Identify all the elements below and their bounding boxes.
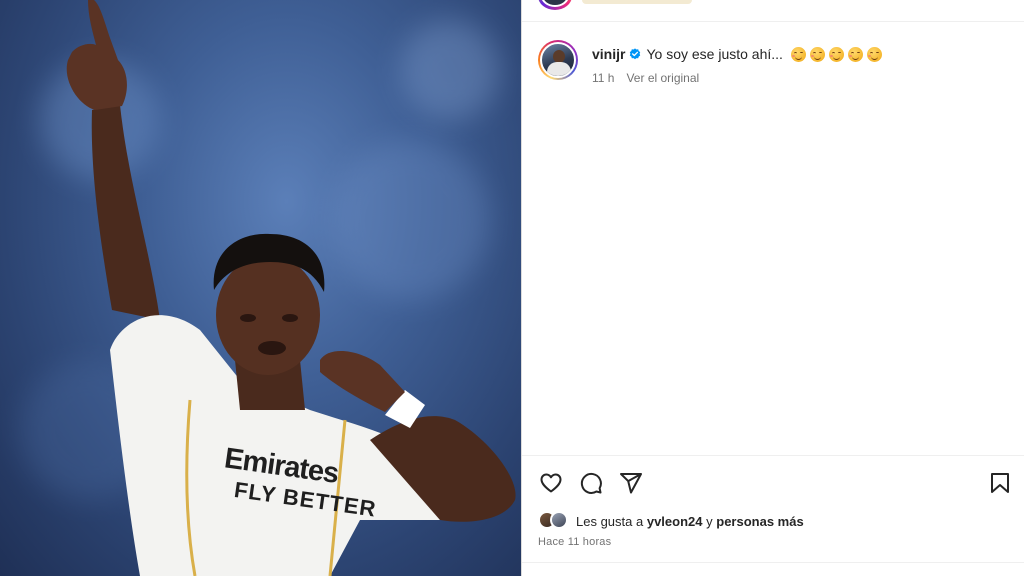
liker-username-link[interactable]: yvleon24 (647, 514, 703, 529)
post-side-panel: vinijr Yo soy ese justo ahí... 11 h Ver … (521, 0, 1024, 576)
smiling-face-icon (866, 46, 882, 62)
smiling-face-icon (828, 46, 844, 62)
caption-emojis (790, 46, 882, 62)
comment-line: vinijr Yo soy ese justo ahí... (592, 45, 882, 63)
post-actions-section: Les gusta a yvleon24 y personas más Hace… (522, 455, 1024, 576)
liker-avatars[interactable] (538, 511, 568, 531)
comment-meta: 11 h Ver el original (592, 71, 882, 85)
comment-icon[interactable] (578, 470, 604, 496)
liker-avatar (550, 511, 568, 529)
likes-connector: y (706, 513, 713, 529)
smiling-face-icon (847, 46, 863, 62)
caption-comment: vinijr Yo soy ese justo ahí... 11 h Ver … (538, 40, 882, 85)
author-avatar-image (540, 42, 576, 78)
action-bar (538, 470, 644, 496)
likes-text: Les gusta a yvleon24 y personas más (576, 514, 804, 529)
other-likers-link[interactable]: personas más (716, 514, 803, 529)
divider (522, 562, 1024, 563)
bookmark-icon[interactable] (987, 470, 1013, 496)
see-original-link[interactable]: Ver el original (626, 71, 699, 85)
comment-body: vinijr Yo soy ese justo ahí... 11 h Ver … (592, 40, 882, 85)
author-username[interactable]: vinijr (592, 45, 625, 63)
smiling-face-icon (809, 46, 825, 62)
post-image[interactable]: Emirates FLY BETTER (0, 0, 521, 576)
comment-time[interactable]: 11 h (592, 71, 614, 85)
header-faded-content (582, 0, 692, 4)
post-timestamp[interactable]: Hace 11 horas (538, 536, 611, 548)
caption-text: Yo soy ese justo ahí... (646, 46, 783, 62)
share-icon[interactable] (618, 470, 644, 496)
header-avatar[interactable] (538, 0, 572, 10)
instagram-post-view: Emirates FLY BETTER vinijr Yo soy ese ju… (0, 0, 1024, 576)
smiling-face-icon (790, 46, 806, 62)
likes-summary: Les gusta a yvleon24 y personas más (538, 511, 804, 531)
post-header-partial (522, 0, 1024, 22)
verified-badge-icon (630, 48, 641, 60)
heart-icon[interactable] (538, 470, 564, 496)
author-avatar[interactable] (538, 40, 578, 80)
likes-prefix: Les gusta a (576, 513, 644, 529)
